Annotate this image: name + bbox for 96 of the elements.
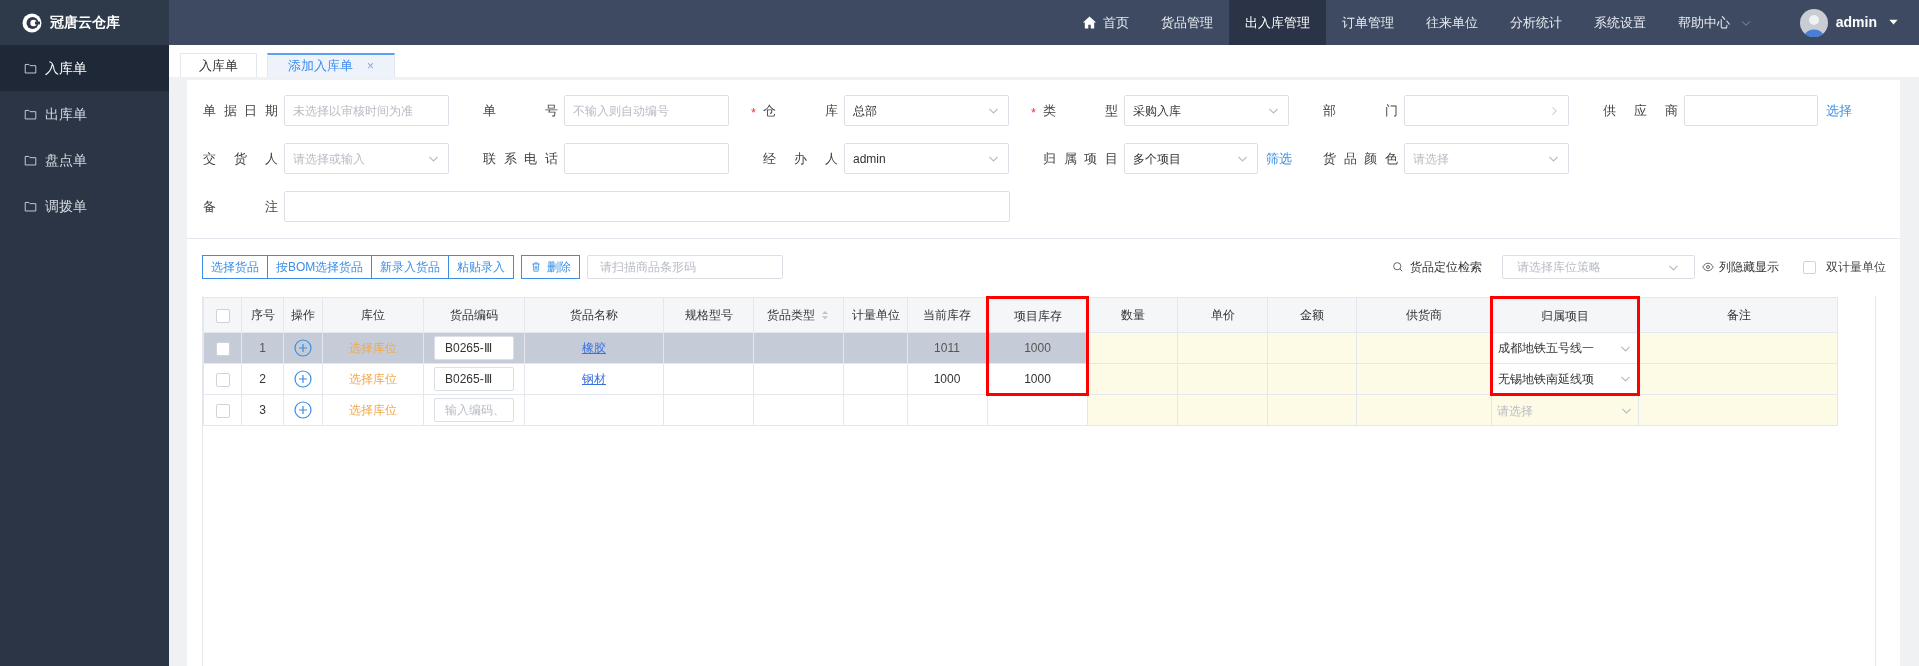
input-field[interactable]	[1404, 95, 1569, 126]
logo-icon	[22, 12, 42, 33]
column-header: 项目库存	[1013, 307, 1062, 325]
column-header: 货品编码	[450, 307, 498, 324]
search-icon	[1392, 261, 1404, 273]
input-field[interactable]	[1684, 95, 1818, 126]
toolbar-button[interactable]: 新录入货品	[371, 255, 450, 279]
column-header: 单价	[1210, 307, 1235, 324]
field-label: 部门	[1323, 101, 1398, 120]
column-header: 库位	[361, 307, 385, 324]
nav-item[interactable]: 系统设置	[1577, 0, 1662, 45]
checkbox[interactable]	[215, 308, 230, 323]
avatar-icon[interactable]	[1799, 8, 1828, 37]
column-toggle-link[interactable]: 列隐藏显示	[1702, 258, 1779, 276]
required-mark: *	[1031, 104, 1037, 122]
field-label: 经办人	[763, 149, 838, 168]
code-field[interactable]: B0265-Ⅲ	[434, 367, 514, 391]
folder-icon	[24, 107, 37, 121]
project-select[interactable]: 成都地铁五号线一	[1493, 333, 1637, 363]
select-field[interactable]: admin	[844, 143, 1009, 174]
table-cell: 1000	[1024, 341, 1051, 355]
checkbox[interactable]	[215, 341, 230, 356]
sidebar-item[interactable]: 调拨单	[0, 183, 169, 229]
field-label: 交货人	[203, 149, 278, 168]
folder-icon	[24, 199, 37, 213]
select-field[interactable]: 采购入库	[1124, 95, 1289, 126]
folder-icon	[24, 61, 37, 75]
project-select[interactable]: 无锡地铁南延线项	[1493, 364, 1637, 393]
add-icon[interactable]	[294, 370, 312, 389]
folder-icon	[24, 153, 37, 167]
barcode-field[interactable]: 请扫描商品条形码	[587, 255, 784, 279]
input-field[interactable]	[284, 191, 1010, 222]
field-label: 类型	[1043, 101, 1118, 120]
column-header: 规格型号	[684, 307, 733, 324]
field-label: 单号	[483, 101, 558, 120]
table-cell: 1000	[1024, 371, 1051, 386]
column-header: 计量单位	[851, 307, 900, 324]
column-header: 供货商	[1405, 307, 1442, 324]
code-field[interactable]: B0265-Ⅲ	[434, 336, 514, 360]
product-link[interactable]: 钢材	[582, 372, 606, 386]
field-label: 归属项目	[1043, 149, 1118, 168]
checkbox[interactable]	[215, 403, 230, 418]
code-field[interactable]: 输入编码、	[434, 398, 514, 422]
input-field[interactable]	[564, 143, 729, 174]
column-header: 货品名称	[570, 307, 618, 324]
toolbar-button[interactable]: 按BOM选择货品	[267, 255, 373, 279]
select-field[interactable]: 多个项目	[1124, 143, 1258, 174]
app-title: 冠唐云仓库	[50, 13, 120, 32]
field-label: 备注	[203, 197, 278, 216]
user-name[interactable]: admin	[1835, 12, 1877, 33]
column-header: 数量	[1121, 307, 1145, 324]
checkbox-label: 双计量单位	[1826, 259, 1886, 276]
tab[interactable]: 入库单	[180, 53, 257, 77]
required-mark: *	[751, 104, 757, 122]
trash-icon	[530, 261, 543, 273]
column-header: 备注	[1726, 307, 1751, 324]
column-header: 操作	[291, 307, 315, 324]
nav-item[interactable]: 出入库管理	[1228, 0, 1326, 45]
delete-button[interactable]: 删除	[521, 255, 581, 279]
nav-item[interactable]: 帮助中心	[1661, 0, 1768, 45]
table-cell: 1000	[933, 372, 961, 386]
table-cell: 1011	[934, 341, 960, 355]
table-cell: 1	[259, 341, 266, 355]
field-label: 供应商	[1603, 101, 1678, 120]
sidebar-item[interactable]: 盘点单	[0, 137, 169, 183]
toolbar-button[interactable]: 选择货品	[202, 255, 268, 279]
toolbar-button[interactable]: 粘贴录入	[448, 255, 515, 279]
caret-down-icon[interactable]	[1888, 17, 1899, 28]
sidebar-item[interactable]: 入库单	[0, 45, 169, 91]
nav-item[interactable]: 往来单位	[1409, 0, 1494, 45]
eye-icon	[1702, 261, 1714, 273]
table-cell: 3	[259, 403, 266, 417]
nav-item[interactable]: 订单管理	[1325, 0, 1410, 45]
checkbox[interactable]	[215, 372, 230, 387]
nav-item[interactable]: 首页	[1065, 0, 1145, 45]
checkbox[interactable]	[1803, 260, 1816, 274]
field-label: 联系电话	[483, 149, 558, 168]
column-header: 序号	[250, 307, 275, 324]
add-icon[interactable]	[294, 339, 312, 358]
column-header: 当前库存	[923, 307, 971, 324]
locate-link[interactable]: 货品定位检索	[1392, 258, 1482, 276]
sidebar-item[interactable]: 出库单	[0, 91, 169, 137]
column-header: 金额	[1300, 307, 1324, 324]
select-field[interactable]: 总部	[844, 95, 1009, 126]
field-label: 单据日期	[203, 101, 278, 120]
table-cell: 2	[259, 372, 266, 386]
nav-item[interactable]: 货品管理	[1144, 0, 1229, 45]
home-icon	[1081, 15, 1097, 30]
field-label: 货品颜色	[1323, 149, 1398, 168]
field-label: 仓库	[763, 101, 838, 120]
nav-item[interactable]: 分析统计	[1493, 0, 1578, 45]
column-header: 归属项目	[1541, 307, 1589, 325]
link[interactable]: 选择	[1826, 100, 1852, 121]
column-header: 货品类型	[766, 307, 815, 324]
link[interactable]: 筛选	[1266, 148, 1292, 169]
add-icon[interactable]	[294, 401, 312, 420]
